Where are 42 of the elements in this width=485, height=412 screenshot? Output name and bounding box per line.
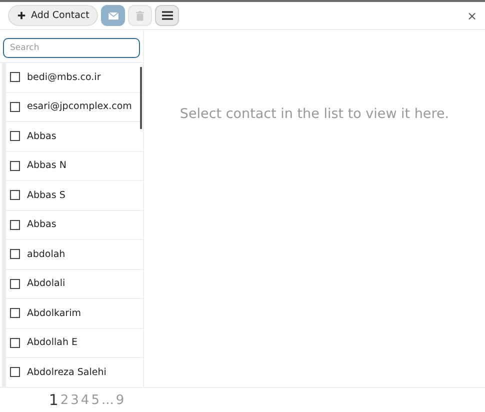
contact-name: abdolah [27, 248, 66, 260]
checkbox[interactable] [10, 72, 20, 82]
contact-name: Abdollah E [27, 337, 78, 348]
contact-name: Abbas S [27, 190, 66, 201]
plus-icon [17, 11, 26, 20]
checkbox[interactable] [10, 249, 20, 260]
search-field[interactable]: Search [3, 38, 140, 58]
contact-name: Abdolkarim [27, 308, 81, 319]
contact-item[interactable]: Abbas [2, 210, 143, 240]
contact-name: esari@jpcomplex.com [27, 101, 132, 112]
scrollbar[interactable] [140, 67, 142, 129]
page-link[interactable]: 1 [48, 391, 58, 409]
contact-name: Abbas N [27, 160, 66, 172]
envelope-icon [108, 12, 119, 20]
contact-item[interactable]: Abdolali [2, 270, 143, 299]
contact-item[interactable]: Abbas S [2, 181, 143, 210]
contact-item[interactable]: Abdollah E [2, 328, 143, 358]
contact-name: bedi@mbs.co.ir [27, 72, 101, 83]
checkbox[interactable] [10, 190, 20, 200]
menu-button[interactable] [155, 5, 180, 26]
contact-item[interactable]: Abdolkarim [2, 299, 143, 328]
checkbox[interactable] [10, 367, 20, 378]
contact-item[interactable]: Abdolreza Salehi [2, 358, 143, 387]
checkbox[interactable] [10, 220, 20, 230]
contact-item[interactable]: abdolah [2, 240, 143, 270]
contact-item[interactable]: Abbas [2, 122, 143, 152]
contact-name: Abbas [27, 219, 56, 230]
empty-message: Select contact in the list to view it here. [180, 106, 450, 124]
trash-icon [136, 10, 144, 20]
checkbox[interactable] [10, 338, 20, 348]
checkbox[interactable] [10, 278, 20, 289]
checkbox[interactable] [10, 308, 20, 318]
checkbox[interactable] [10, 102, 20, 112]
menu-icon [162, 11, 173, 20]
add-contact-button[interactable]: Add Contact [8, 5, 98, 26]
contact-name: Abdolali [27, 278, 66, 290]
checkbox[interactable] [10, 131, 20, 142]
checkbox[interactable] [10, 160, 20, 171]
contact-name: Abdolreza Salehi [27, 366, 106, 378]
contact-name: Abbas [27, 130, 56, 142]
close-button[interactable]: × [466, 8, 477, 22]
contact-item[interactable]: Abbas N [2, 152, 143, 181]
